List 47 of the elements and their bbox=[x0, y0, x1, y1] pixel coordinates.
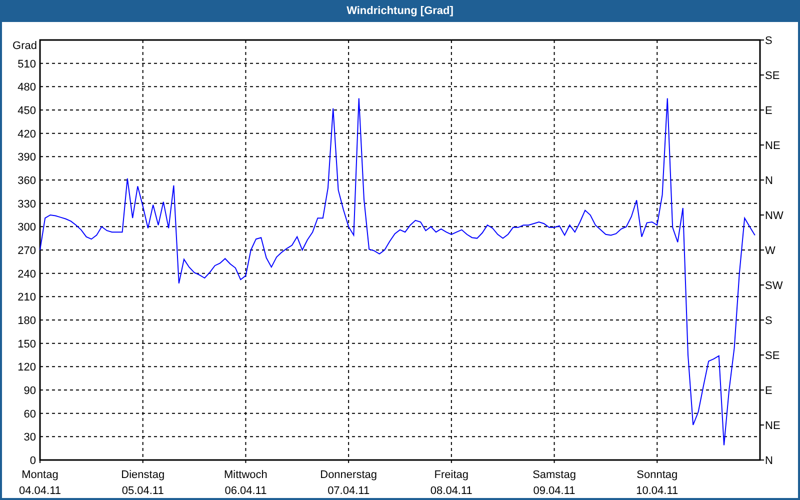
y-tick-label: 210 bbox=[18, 292, 36, 304]
y-tick-label: 510 bbox=[18, 58, 36, 70]
y-axis-title: Grad bbox=[12, 40, 37, 52]
direction-label: S bbox=[765, 315, 772, 327]
y-tick-label: 480 bbox=[18, 82, 36, 94]
day-label: Sonntag bbox=[636, 469, 678, 481]
y-tick-label: 120 bbox=[18, 362, 36, 374]
direction-label: S bbox=[765, 35, 772, 47]
day-label: Freitag bbox=[434, 469, 469, 481]
day-label: Donnerstag bbox=[320, 469, 377, 481]
direction-label: NE bbox=[765, 140, 780, 152]
day-label: Dienstag bbox=[121, 469, 165, 481]
direction-label: SE bbox=[765, 350, 780, 362]
date-label: 08.04.11 bbox=[430, 485, 472, 497]
y-tick-label: 420 bbox=[18, 128, 36, 140]
y-tick-label: 300 bbox=[18, 222, 36, 234]
y-tick-label: 390 bbox=[18, 152, 36, 164]
date-label: 05.04.11 bbox=[122, 485, 164, 497]
y-tick-label: 0 bbox=[30, 455, 36, 467]
y-tick-label: 180 bbox=[18, 315, 36, 327]
window-title: Windrichtung [Grad] bbox=[346, 4, 454, 19]
direction-label: NW bbox=[765, 210, 784, 222]
y-tick-label: 330 bbox=[18, 198, 36, 210]
y-tick-label: 90 bbox=[24, 385, 36, 397]
y-tick-label: 270 bbox=[18, 245, 36, 257]
day-label: Samstag bbox=[532, 469, 576, 481]
direction-label: SE bbox=[765, 70, 780, 82]
direction-label: W bbox=[765, 245, 776, 257]
direction-label: E bbox=[765, 105, 772, 117]
date-label: 06.04.11 bbox=[224, 485, 267, 497]
direction-label: N bbox=[765, 175, 773, 187]
day-label: Montag bbox=[22, 469, 58, 481]
y-tick-label: 450 bbox=[18, 105, 36, 117]
direction-label: SW bbox=[765, 280, 783, 292]
date-label: 10.04.11 bbox=[636, 485, 678, 497]
direction-label: NE bbox=[765, 420, 780, 432]
day-label: Mittwoch bbox=[224, 469, 268, 481]
date-label: 04.04.11 bbox=[19, 485, 61, 497]
y-tick-label: 60 bbox=[24, 408, 36, 420]
direction-label: E bbox=[765, 385, 772, 397]
date-label: 07.04.11 bbox=[328, 485, 370, 497]
date-label: 09.04.11 bbox=[533, 485, 576, 497]
y-tick-label: 240 bbox=[18, 268, 36, 280]
y-tick-label: 150 bbox=[18, 338, 36, 350]
direction-label: N bbox=[765, 455, 773, 467]
y-tick-label: 30 bbox=[24, 432, 36, 444]
y-tick-label: 360 bbox=[18, 175, 36, 187]
